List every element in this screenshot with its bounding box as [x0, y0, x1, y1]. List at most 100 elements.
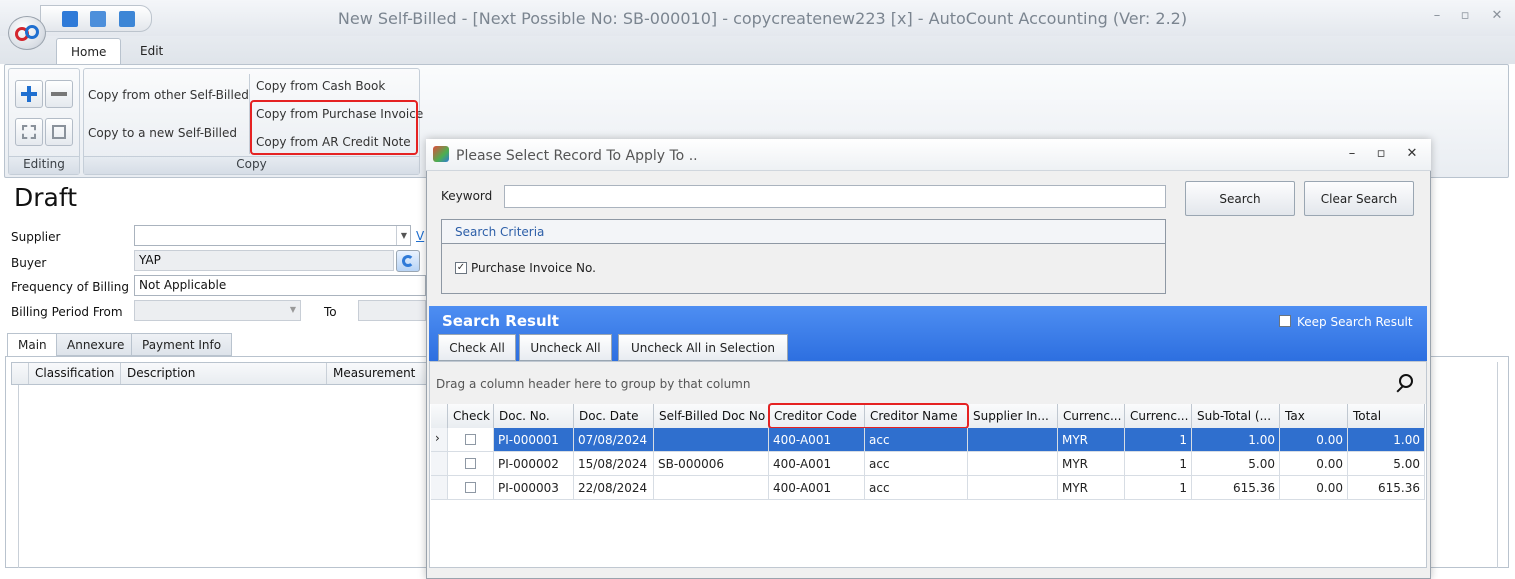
cell-supplier-inv[interactable] [968, 428, 1058, 452]
cell-rate[interactable]: 1 [1125, 452, 1192, 476]
cell-tax[interactable]: 0.00 [1280, 428, 1348, 452]
cell-supplier-inv[interactable] [968, 476, 1058, 500]
col-subtotal[interactable]: Sub-Total (... [1192, 404, 1280, 428]
col-measurement[interactable]: Measurement [327, 363, 432, 384]
cell-creditor-code[interactable]: 400-A001 [769, 476, 865, 500]
col-currency-code[interactable]: Currenc... [1058, 404, 1125, 428]
row-checkbox[interactable] [465, 482, 476, 493]
col-check[interactable]: Check [448, 404, 494, 428]
cell-creditor-code[interactable]: 400-A001 [769, 428, 865, 452]
cell-rate[interactable]: 1 [1125, 428, 1192, 452]
search-button[interactable]: Search [1185, 181, 1295, 216]
col-tax[interactable]: Tax [1280, 404, 1348, 428]
copy-from-cash-book-button[interactable]: Copy from Cash Book [256, 79, 385, 93]
col-classification[interactable]: Classification [29, 363, 121, 384]
cell-doc-date[interactable]: 15/08/2024 [574, 452, 654, 476]
cell-subtotal[interactable]: 1.00 [1192, 428, 1280, 452]
cell-currency[interactable]: MYR [1058, 452, 1125, 476]
row-checkbox[interactable] [465, 458, 476, 469]
buyer-input[interactable]: YAP [134, 250, 394, 271]
criteria-checkbox[interactable]: ✓ [455, 262, 467, 274]
tab-home[interactable]: Home [56, 38, 122, 65]
col-doc-no[interactable]: Doc. No. [494, 404, 574, 428]
frequency-input[interactable]: Not Applicable [134, 275, 426, 296]
cell-creditor-name[interactable]: acc [865, 452, 968, 476]
row-indicator[interactable] [431, 452, 448, 476]
keyword-input[interactable] [504, 185, 1166, 208]
supplier-input[interactable] [134, 225, 411, 246]
refresh-icon[interactable] [396, 250, 420, 272]
billing-period-to-input[interactable] [358, 300, 426, 321]
tab-main[interactable]: Main [7, 333, 58, 357]
col-description[interactable]: Description [121, 363, 327, 384]
billing-period-label: Billing Period From [11, 305, 123, 319]
cell-doc-no[interactable]: PI-000003 [494, 476, 574, 500]
row-indicator[interactable] [431, 476, 448, 500]
copy-group-label: Copy [84, 156, 419, 174]
minimize-button[interactable]: – [1427, 8, 1447, 26]
copy-to-new-button[interactable]: Copy to a new Self-Billed [88, 126, 237, 140]
cell-creditor-name[interactable]: acc [865, 476, 968, 500]
add-item-button[interactable] [15, 80, 43, 108]
buyer-label: Buyer [11, 256, 47, 270]
cell-sb-doc[interactable] [654, 476, 769, 500]
uncheck-all-selection-button[interactable]: Uncheck All in Selection [618, 334, 788, 361]
cell-tax[interactable]: 0.00 [1280, 476, 1348, 500]
select-item-button[interactable] [15, 118, 43, 146]
cell-total[interactable]: 5.00 [1348, 452, 1425, 476]
cell-sb-doc[interactable]: SB-000006 [654, 452, 769, 476]
dialog-minimize-button[interactable]: – [1342, 146, 1362, 164]
row-indicator[interactable]: › [431, 428, 448, 452]
row-checkbox[interactable] [465, 434, 476, 445]
col-total[interactable]: Total [1348, 404, 1425, 428]
cell-subtotal[interactable]: 5.00 [1192, 452, 1280, 476]
col-doc-date[interactable]: Doc. Date [574, 404, 654, 428]
cell-creditor-code[interactable]: 400-A001 [769, 452, 865, 476]
keep-search-result-checkbox[interactable] [1279, 315, 1291, 327]
list-item-button[interactable] [45, 118, 73, 146]
cell-doc-date[interactable]: 22/08/2024 [574, 476, 654, 500]
cell-doc-no[interactable]: PI-000002 [494, 452, 574, 476]
cell-sb-doc[interactable] [654, 428, 769, 452]
billing-period-from-input[interactable]: ▼ [134, 300, 301, 321]
cell-subtotal[interactable]: 615.36 [1192, 476, 1280, 500]
grid-row-indicator-line [18, 385, 19, 568]
col-currency-rate[interactable]: Currenc... [1125, 404, 1192, 428]
cell-supplier-inv[interactable] [968, 452, 1058, 476]
chevron-down-icon: ▼ [289, 305, 296, 314]
dialog-close-button[interactable]: ✕ [1402, 146, 1422, 164]
check-all-button[interactable]: Check All [438, 334, 516, 361]
tab-edit[interactable]: Edit [126, 38, 177, 65]
search-criteria-header[interactable]: Search Criteria [442, 220, 1165, 244]
save-icon[interactable] [62, 11, 78, 27]
cell-doc-date[interactable]: 07/08/2024 [574, 428, 654, 452]
cell-tax[interactable]: 0.00 [1280, 452, 1348, 476]
col-supplier-invoice[interactable]: Supplier In... [968, 404, 1058, 428]
save-print-icon[interactable] [119, 11, 135, 27]
cell-creditor-name[interactable]: acc [865, 428, 968, 452]
remove-item-button[interactable] [45, 80, 73, 108]
col-self-billed-doc-no[interactable]: Self-Billed Doc No [654, 404, 769, 428]
uncheck-all-button[interactable]: Uncheck All [519, 334, 612, 361]
row-check-cell[interactable] [448, 428, 494, 452]
tab-payment-info[interactable]: Payment Info [131, 333, 233, 356]
app-logo[interactable] [8, 16, 46, 50]
cell-currency[interactable]: MYR [1058, 476, 1125, 500]
cell-total[interactable]: 615.36 [1348, 476, 1425, 500]
supplier-view-link[interactable]: V [416, 229, 424, 243]
copy-from-other-button[interactable]: Copy from other Self-Billed [88, 88, 249, 102]
close-button[interactable]: ✕ [1487, 8, 1507, 26]
cell-currency[interactable]: MYR [1058, 428, 1125, 452]
quick-access-toolbar [40, 5, 152, 32]
row-check-cell[interactable] [448, 476, 494, 500]
cell-total[interactable]: 1.00 [1348, 428, 1425, 452]
save-new-icon[interactable] [90, 11, 106, 27]
cell-doc-no[interactable]: PI-000001 [494, 428, 574, 452]
chevron-down-icon[interactable]: ▼ [396, 226, 411, 245]
tab-annexure[interactable]: Annexure [56, 333, 136, 356]
maximize-button[interactable]: ▫ [1455, 8, 1475, 26]
dialog-maximize-button[interactable]: ▫ [1371, 146, 1391, 164]
cell-rate[interactable]: 1 [1125, 476, 1192, 500]
row-check-cell[interactable] [448, 452, 494, 476]
clear-search-button[interactable]: Clear Search [1304, 181, 1414, 216]
